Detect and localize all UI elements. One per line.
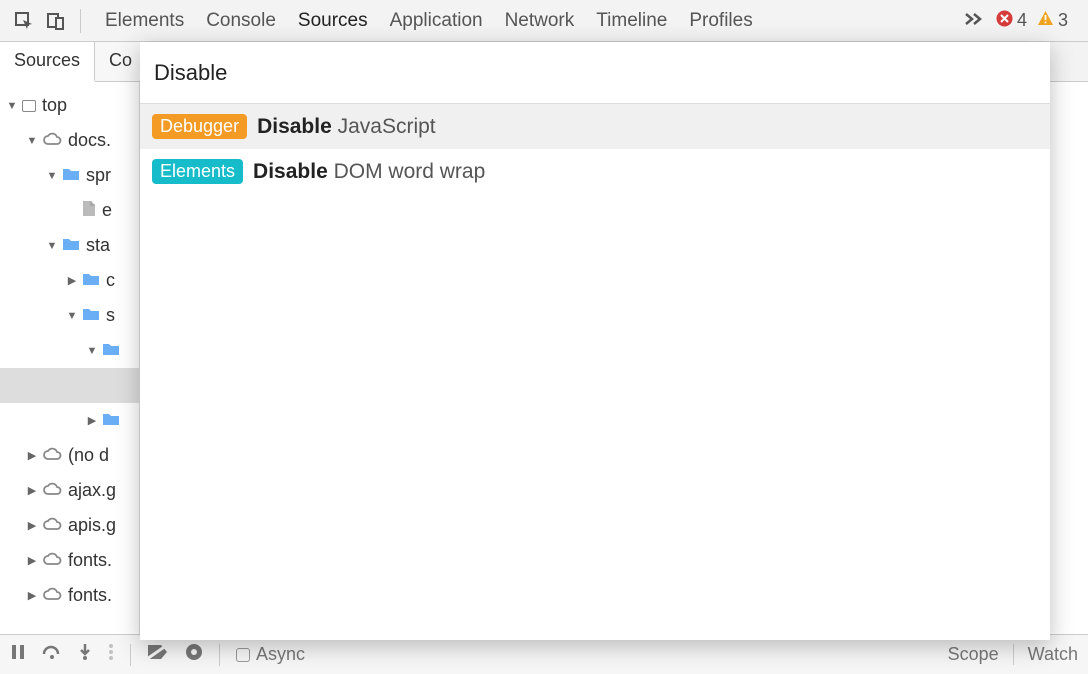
deactivate-breakpoints-icon[interactable] [147,644,169,665]
async-label: Async [256,644,305,665]
tab-profiles[interactable]: Profiles [689,10,752,32]
disclosure-triangle[interactable]: ▶ [26,449,38,462]
command-item[interactable]: Debugger Disable JavaScript [140,104,1050,149]
folder-icon [82,270,100,291]
tree-row[interactable] [0,368,139,403]
tree-label: top [42,95,67,116]
tree-row[interactable]: ▶ fonts. [0,543,139,578]
tree-label: (no d [68,445,109,466]
tree-label: sta [86,235,110,256]
tree-row[interactable]: ▼ spr [0,158,139,193]
error-count: 4 [1017,10,1027,31]
inspect-icon[interactable] [8,5,40,37]
disclosure-triangle[interactable]: ▶ [26,484,38,497]
disclosure-triangle[interactable]: ▼ [26,135,38,147]
cloud-icon [42,585,62,606]
disclosure-triangle[interactable]: ▶ [26,519,38,532]
tree-row[interactable]: ▶ [0,403,139,438]
cloud-icon [42,550,62,571]
step-out-icon[interactable] [108,643,114,666]
pause-exceptions-icon[interactable] [185,643,203,666]
separator [219,644,220,666]
cloud-icon [42,130,62,151]
tree-row[interactable]: ▶ fonts. [0,578,139,613]
tree-row[interactable]: e [0,193,139,228]
tree-row[interactable]: ▼ docs. [0,123,139,158]
disclosure-triangle[interactable]: ▼ [86,345,98,357]
tree-label: e [102,200,112,221]
disclosure-triangle[interactable]: ▶ [26,589,38,602]
scope-watch-tabs: Scope Watch [948,644,1078,665]
disclosure-triangle[interactable]: ▼ [6,100,18,112]
folder-icon [62,165,80,186]
disclosure-triangle[interactable]: ▼ [66,310,78,322]
cloud-icon [42,515,62,536]
command-input-row[interactable]: Disable [140,42,1050,104]
pause-icon[interactable] [10,644,26,665]
tree-label: apis.g [68,515,116,536]
command-list: Debugger Disable JavaScript Elements Disabl… [140,104,1050,194]
tree-label: spr [86,165,111,186]
subtab-sources[interactable]: Sources [0,42,95,82]
tab-application[interactable]: Application [390,10,483,32]
step-into-icon[interactable] [78,643,92,666]
overflow-icon[interactable] [964,9,984,32]
checkbox-icon [236,648,250,662]
step-over-icon[interactable] [42,644,62,665]
tree-row[interactable]: ▶ apis.g [0,508,139,543]
command-item[interactable]: Elements Disable DOM word wrap [140,149,1050,194]
command-input-value: Disable [154,60,227,86]
tree-row[interactable]: ▼ top [0,88,139,123]
warning-count: 3 [1058,10,1068,31]
folder-icon [102,340,120,361]
async-checkbox[interactable]: Async [236,644,305,665]
tab-console[interactable]: Console [206,10,276,32]
file-tree: ▼top▼docs.▼spre▼sta▶c▼s▼▶▶(no d▶ajax.g▶a… [0,82,140,642]
tree-row[interactable]: ▼ sta [0,228,139,263]
disclosure-triangle[interactable]: ▼ [46,170,58,182]
folder-icon [82,305,100,326]
folder-icon [102,410,120,431]
separator [80,9,81,33]
scope-tab[interactable]: Scope [948,644,1014,665]
command-menu: Disable Debugger Disable JavaScript Elemen… [140,42,1050,640]
command-badge: Elements [152,159,243,184]
status-counters[interactable]: 4 3 [996,10,1074,32]
tree-label: fonts. [68,550,112,571]
tab-network[interactable]: Network [505,10,575,32]
disclosure-triangle[interactable]: ▼ [46,240,58,252]
tab-timeline[interactable]: Timeline [596,10,667,32]
tree-label: s [106,305,115,326]
tree-label: fonts. [68,585,112,606]
tab-elements[interactable]: Elements [105,10,184,32]
debugger-bottom-bar: Async Scope Watch [0,634,1088,674]
disclosure-triangle[interactable]: ▶ [86,414,98,427]
device-toggle-icon[interactable] [40,5,72,37]
devtools-top-bar: Elements Console Sources Application Net… [0,0,1088,42]
error-icon [996,10,1013,32]
file-icon [82,200,96,222]
cloud-icon [42,445,62,466]
panel-tabs: Elements Console Sources Application Net… [105,10,952,32]
tree-row[interactable]: ▶ ajax.g [0,473,139,508]
tree-label: c [106,270,115,291]
frame-icon [22,100,36,112]
folder-icon [62,235,80,256]
command-text: Disable JavaScript [257,115,436,139]
separator [130,644,131,666]
tree-row[interactable]: ▼ [0,333,139,368]
tree-row[interactable]: ▶ (no d [0,438,139,473]
tree-label: docs. [68,130,111,151]
disclosure-triangle[interactable]: ▶ [26,554,38,567]
tree-row[interactable]: ▼s [0,298,139,333]
warning-icon [1037,10,1054,32]
disclosure-triangle[interactable]: ▶ [66,274,78,287]
cloud-icon [42,480,62,501]
tree-label: ajax.g [68,480,116,501]
command-text: Disable DOM word wrap [253,160,485,184]
tree-row[interactable]: ▶c [0,263,139,298]
command-badge: Debugger [152,114,247,139]
watch-tab[interactable]: Watch [1028,644,1078,665]
tab-sources[interactable]: Sources [298,10,368,32]
